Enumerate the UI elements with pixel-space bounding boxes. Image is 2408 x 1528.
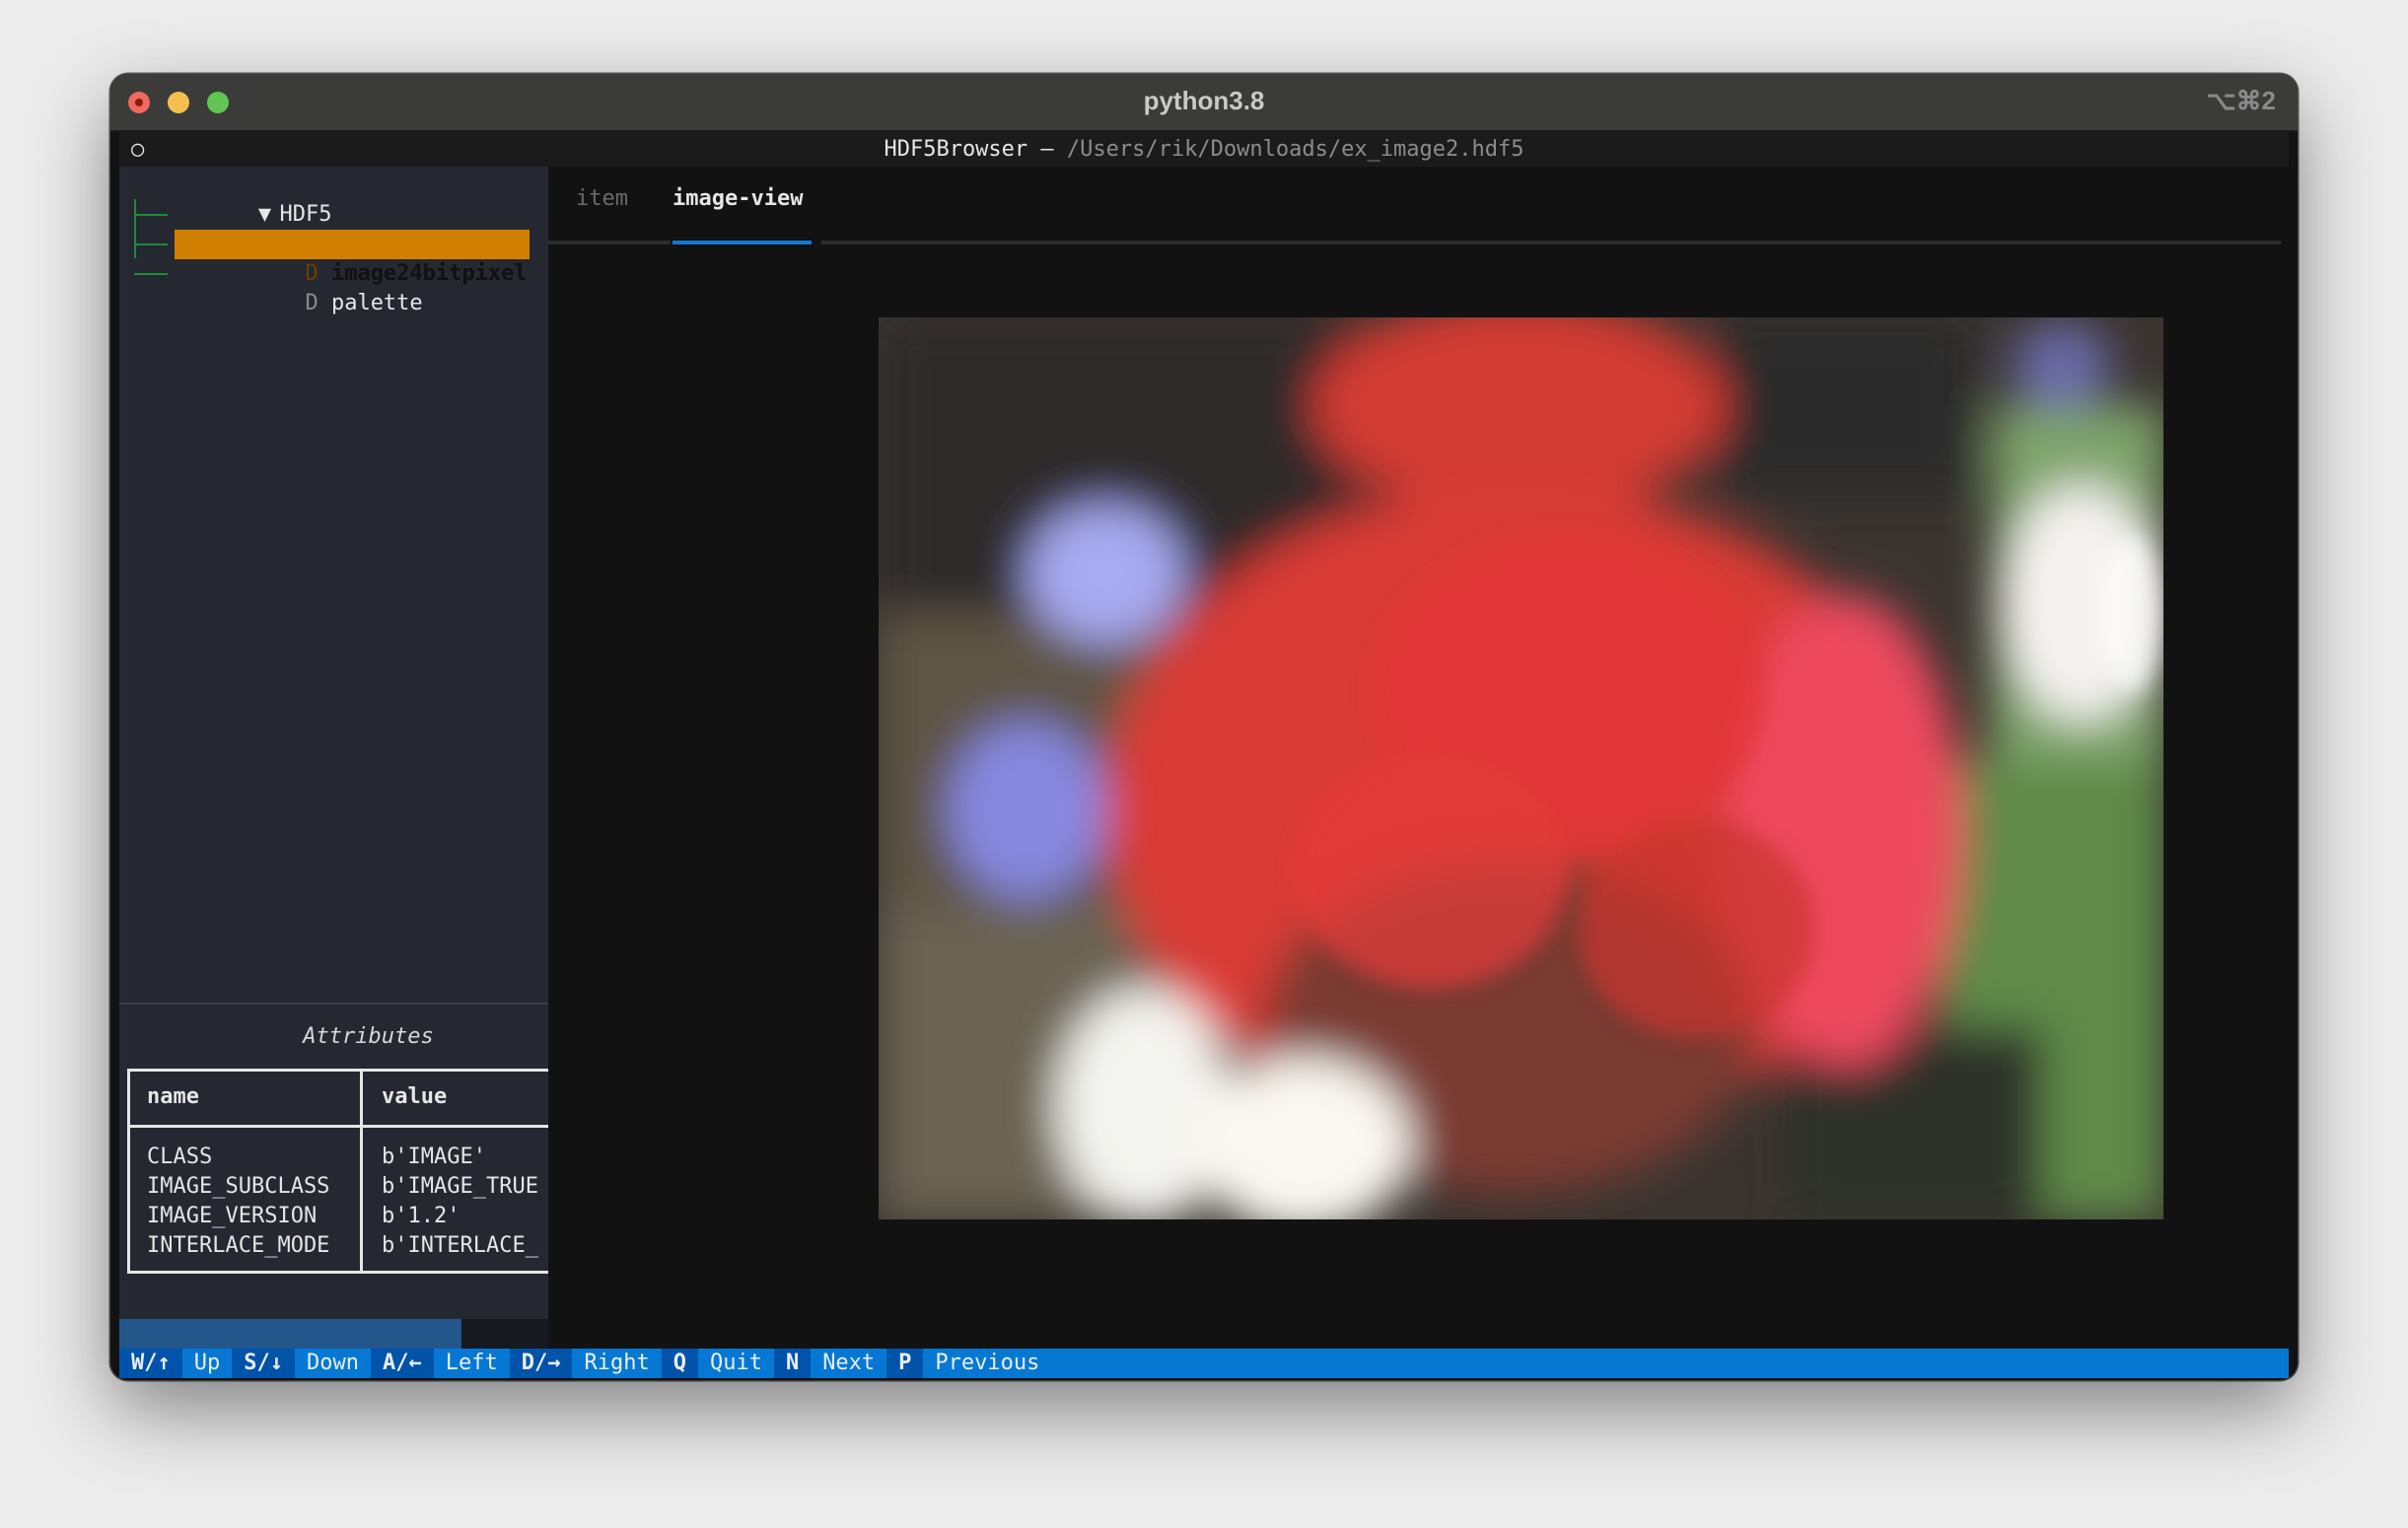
image-view bbox=[879, 317, 2163, 1219]
attr-name-cell: IMAGE_VERSION bbox=[147, 1204, 318, 1228]
column-header-value[interactable]: value bbox=[382, 1084, 447, 1109]
attr-value-cell: b'INTERLACE_ bbox=[382, 1233, 538, 1258]
table-header-separator bbox=[127, 1125, 548, 1128]
rose-image bbox=[879, 317, 2163, 1219]
attr-value-cell: b'1.2' bbox=[382, 1204, 460, 1228]
file-path: /Users/rik/Downloads/ex_image2.hdf5 bbox=[1066, 137, 1524, 162]
tab-bar: item image-view bbox=[548, 167, 2289, 244]
table-column-separator bbox=[360, 1069, 363, 1274]
title-separator: — bbox=[1027, 137, 1067, 162]
file-tree: ▼HDF5 D image8bit D image24bitpixel D pa… bbox=[119, 167, 548, 1152]
tree-guide-branch bbox=[134, 243, 168, 245]
key-left[interactable]: A/← bbox=[370, 1349, 434, 1378]
tree-item-palette[interactable]: D palette bbox=[175, 259, 422, 315]
attr-value-cell: b'IMAGE' bbox=[382, 1145, 486, 1169]
key-right-label[interactable]: Right bbox=[572, 1349, 662, 1378]
column-header-name[interactable]: name bbox=[147, 1084, 199, 1109]
key-down[interactable]: S/↓ bbox=[232, 1349, 295, 1378]
tree-guide-branch bbox=[134, 273, 168, 275]
terminal-window: python3.8 ⌥⌘2 ○ HDF5Browser — /Users/rik… bbox=[110, 74, 2298, 1380]
key-bindings-footer: W/↑ Up S/↓ Down A/← Left D/→ Right Q Quit N Next P Pr… bbox=[119, 1349, 2289, 1378]
window-shortcut: ⌥⌘2 bbox=[2206, 86, 2276, 115]
attr-name-cell: CLASS bbox=[147, 1145, 213, 1169]
key-up-label[interactable]: Up bbox=[181, 1349, 233, 1378]
hdf5-browser-app: ○ HDF5Browser — /Users/rik/Downloads/ex_… bbox=[119, 132, 2289, 1378]
key-up[interactable]: W/↑ bbox=[119, 1349, 182, 1378]
tree-item-image8bit[interactable]: D image8bit bbox=[175, 200, 449, 256]
attributes-table: name value CLASS b'IMAGE' IMAGE_SUBCLASS… bbox=[127, 1069, 548, 1276]
key-previous[interactable]: P bbox=[886, 1349, 924, 1378]
app-name: HDF5Browser bbox=[884, 137, 1028, 162]
key-next[interactable]: N bbox=[773, 1349, 812, 1378]
key-left-label[interactable]: Left bbox=[433, 1349, 510, 1378]
tab-image-view[interactable]: image-view bbox=[673, 184, 803, 214]
attr-name-cell: INTERLACE_MODE bbox=[147, 1233, 330, 1258]
tree-root-hdf5[interactable]: ▼ HDF5 bbox=[119, 171, 332, 227]
dataset-type-icon: D bbox=[305, 291, 319, 315]
tab-rule bbox=[821, 241, 2281, 244]
key-right[interactable]: D/→ bbox=[509, 1349, 573, 1378]
active-tab-indicator bbox=[673, 241, 812, 244]
key-next-label[interactable]: Next bbox=[811, 1349, 887, 1378]
main-panel: item image-view bbox=[548, 167, 2289, 1349]
app-header: ○ HDF5Browser — /Users/rik/Downloads/ex_… bbox=[119, 132, 2289, 167]
tree-item-image24bitpixel[interactable]: D image24bitpixel bbox=[175, 230, 530, 286]
attr-value-cell: b'IMAGE_TRUE bbox=[382, 1174, 538, 1199]
attributes-title: Attributes bbox=[303, 1024, 434, 1049]
tree-item-label: palette bbox=[330, 291, 423, 315]
key-previous-label[interactable]: Previous bbox=[923, 1349, 1052, 1378]
attributes-divider bbox=[119, 1003, 548, 1005]
sidebar: ▼HDF5 D image8bit D image24bitpixel D pa… bbox=[119, 167, 548, 1349]
tree-guide-vertical bbox=[134, 199, 136, 258]
title-bar: python3.8 ⌥⌘2 bbox=[110, 74, 2298, 132]
tab-item[interactable]: item bbox=[576, 184, 628, 214]
window-title: python3.8 bbox=[1143, 86, 1265, 115]
attr-name-cell: IMAGE_SUBCLASS bbox=[147, 1174, 330, 1199]
horizontal-scrollbar[interactable] bbox=[119, 1319, 548, 1349]
tree-guide-branch bbox=[134, 214, 168, 216]
key-quit[interactable]: Q bbox=[661, 1349, 698, 1378]
tab-rule bbox=[548, 241, 671, 244]
header-title: HDF5Browser — /Users/rik/Downloads/ex_im… bbox=[119, 132, 2289, 167]
key-quit-label[interactable]: Quit bbox=[697, 1349, 774, 1378]
scrollbar-thumb[interactable] bbox=[119, 1319, 461, 1349]
key-down-label[interactable]: Down bbox=[295, 1349, 371, 1378]
